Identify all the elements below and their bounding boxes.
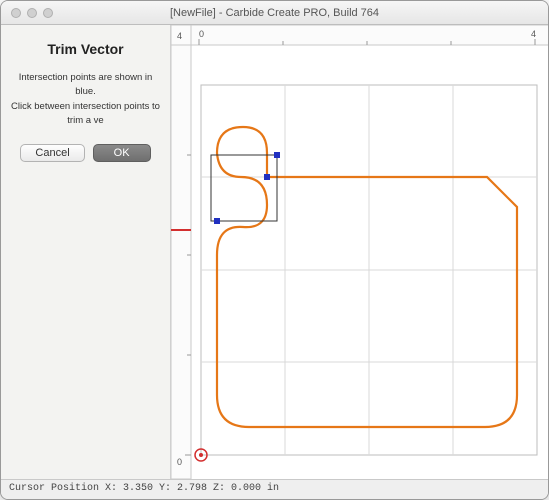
cancel-button[interactable]: Cancel <box>20 144 84 162</box>
status-cursor-position: Cursor Position X: 3.350 Y: 2.798 Z: 0.0… <box>9 483 279 494</box>
canvas-svg[interactable]: 0 4 4 0 <box>171 25 548 479</box>
intersection-point[interactable] <box>264 174 270 180</box>
ruler-left-label: 0 <box>177 457 182 467</box>
titlebar: [NewFile] - Carbide Create PRO, Build 76… <box>1 1 548 25</box>
window-controls <box>1 8 53 18</box>
minimize-window-icon[interactable] <box>27 8 37 18</box>
panel-instruction-line: Intersection points are shown in blue. <box>9 71 162 100</box>
panel-heading: Trim Vector <box>47 41 123 57</box>
panel-button-row: Cancel OK <box>20 144 150 162</box>
intersection-point[interactable] <box>214 218 220 224</box>
ruler-left-label: 4 <box>177 31 182 41</box>
status-bar: Cursor Position X: 3.350 Y: 2.798 Z: 0.0… <box>1 479 548 499</box>
trim-vector-panel: Trim Vector Intersection points are show… <box>1 25 171 479</box>
intersection-point[interactable] <box>274 152 280 158</box>
canvas-area[interactable]: 0 4 4 0 <box>171 25 548 479</box>
close-window-icon[interactable] <box>11 8 21 18</box>
ruler-top <box>171 25 548 45</box>
ok-button[interactable]: OK <box>93 144 151 162</box>
zoom-window-icon[interactable] <box>43 8 53 18</box>
ruler-top-label: 4 <box>531 29 536 39</box>
window-body: Trim Vector Intersection points are show… <box>1 25 548 479</box>
ruler-left <box>171 25 191 479</box>
ruler-top-label: 0 <box>199 29 204 39</box>
window-title: [NewFile] - Carbide Create PRO, Build 76… <box>1 7 548 19</box>
panel-instructions: Intersection points are shown in blue. C… <box>9 71 162 128</box>
app-window: [NewFile] - Carbide Create PRO, Build 76… <box>0 0 549 500</box>
panel-instruction-line: Click between intersection points to tri… <box>9 100 162 129</box>
